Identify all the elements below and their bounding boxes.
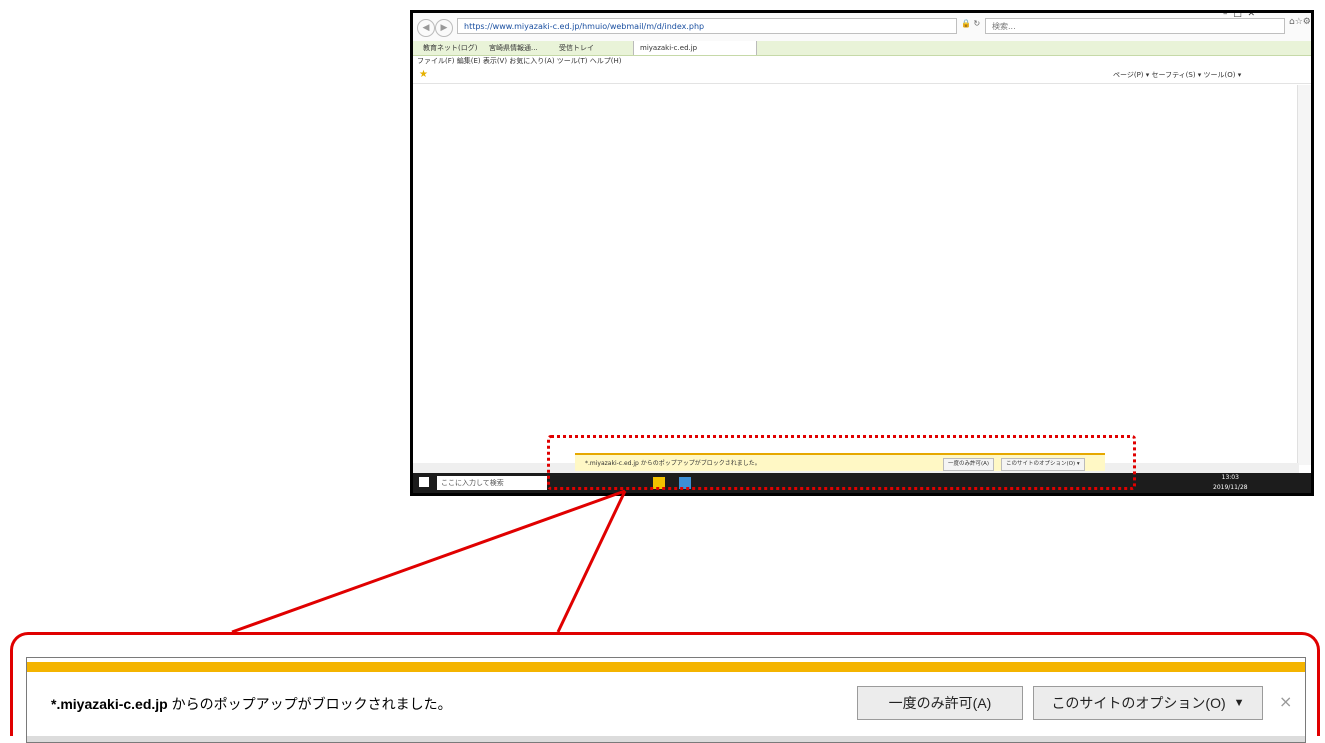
close-icon[interactable]: × [1279, 692, 1292, 711]
allow-once-button[interactable]: 一度のみ許可(A) [857, 686, 1023, 720]
notification-accent-line [27, 662, 1305, 672]
popup-message: *.miyazaki-c.ed.jp からのポップアップがブロックされました。 [51, 694, 452, 714]
connector-left [231, 489, 626, 634]
chevron-down-icon: ▼ [1233, 697, 1245, 709]
bottom-strip [27, 736, 1305, 742]
popup-message-text: からのポップアップがブロックされました。 [171, 696, 452, 712]
popup-blocked-bar: *.miyazaki-c.ed.jp からのポップアップがブロックされました。 … [26, 657, 1306, 743]
site-options-button[interactable]: このサイトのオプション(O) ▼ [1033, 686, 1263, 720]
site-options-label: このサイトのオプション(O) [1051, 695, 1226, 711]
popup-domain: *.miyazaki-c.ed.jp [51, 696, 168, 712]
